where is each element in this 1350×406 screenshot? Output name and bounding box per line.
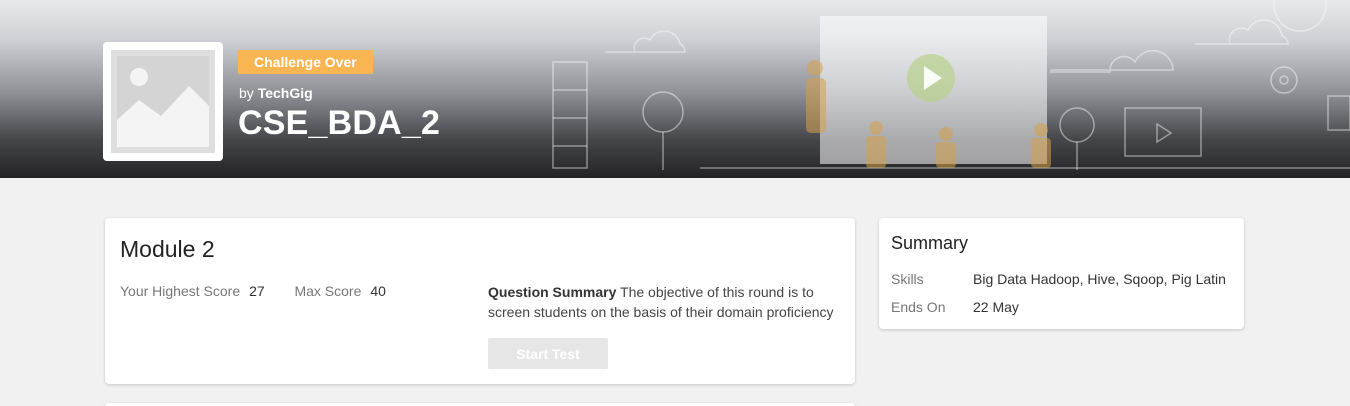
challenge-thumbnail: [103, 42, 223, 161]
organizer-byline: by TechGig: [239, 85, 313, 101]
max-score-label: Max Score: [294, 283, 362, 299]
ends-on-label: Ends On: [891, 299, 946, 315]
by-prefix: by: [239, 85, 254, 101]
start-test-button[interactable]: Start Test: [488, 338, 608, 369]
ends-on-row: Ends On 22 May: [891, 299, 1019, 315]
challenge-title: CSE_BDA_2: [238, 104, 441, 142]
organizer-link[interactable]: TechGig: [258, 85, 313, 101]
score-row: Your Highest Score 27 Max Score 40: [120, 283, 386, 299]
max-score-value: 40: [370, 283, 386, 299]
module-card: Module 2 Your Highest Score 27 Max Score 4…: [105, 218, 855, 384]
question-summary: Question Summary The objective of this r…: [488, 282, 843, 322]
challenge-banner: Challenge Over by TechGig CSE_BDA_2: [0, 0, 1350, 178]
ends-on-value: 22 May: [973, 299, 1019, 315]
summary-title: Summary: [891, 233, 969, 253]
question-summary-label: Question Summary: [488, 284, 617, 300]
image-placeholder-icon: [111, 50, 215, 153]
skills-label: Skills: [891, 271, 924, 287]
module-title: Module 2: [120, 236, 215, 262]
status-badge: Challenge Over: [238, 50, 373, 74]
skills-value: Big Data Hadoop, Hive, Sqoop, Pig Latin: [973, 271, 1226, 287]
highest-score-value: 27: [249, 283, 265, 299]
highest-score-label: Your Highest Score: [120, 283, 241, 299]
skills-row: Skills Big Data Hadoop, Hive, Sqoop, Pig …: [891, 271, 1226, 287]
summary-card: Summary Skills Big Data Hadoop, Hive, Sqo…: [879, 218, 1244, 329]
